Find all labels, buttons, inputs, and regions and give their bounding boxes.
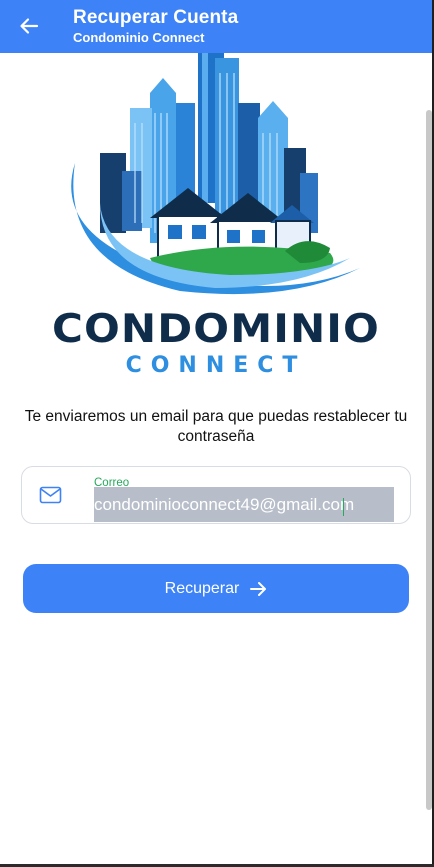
- email-input[interactable]: [94, 487, 394, 522]
- back-button[interactable]: [14, 12, 44, 40]
- app-bar: Recuperar Cuenta Condominio Connect: [0, 0, 432, 53]
- email-field[interactable]: Correo: [21, 466, 411, 524]
- text-caret: [343, 498, 344, 516]
- instructions-text: Te enviaremos un email para que puedas r…: [24, 408, 408, 445]
- logo-tagline: CONNECT: [125, 353, 307, 378]
- arrow-right-icon: [250, 581, 267, 596]
- recover-button[interactable]: Recuperar: [23, 564, 409, 613]
- scrollbar[interactable]: [426, 110, 432, 810]
- mail-icon: [39, 486, 62, 504]
- arrow-left-icon: [20, 18, 39, 34]
- page-title: Recuperar Cuenta: [73, 7, 239, 28]
- phone-screen: Recuperar Cuenta Condominio Connect COND…: [0, 0, 434, 864]
- page-subtitle: Condominio Connect: [73, 30, 205, 45]
- logo-wordmark: CONDOMINIO: [52, 307, 380, 352]
- recover-button-label: Recuperar: [164, 579, 240, 597]
